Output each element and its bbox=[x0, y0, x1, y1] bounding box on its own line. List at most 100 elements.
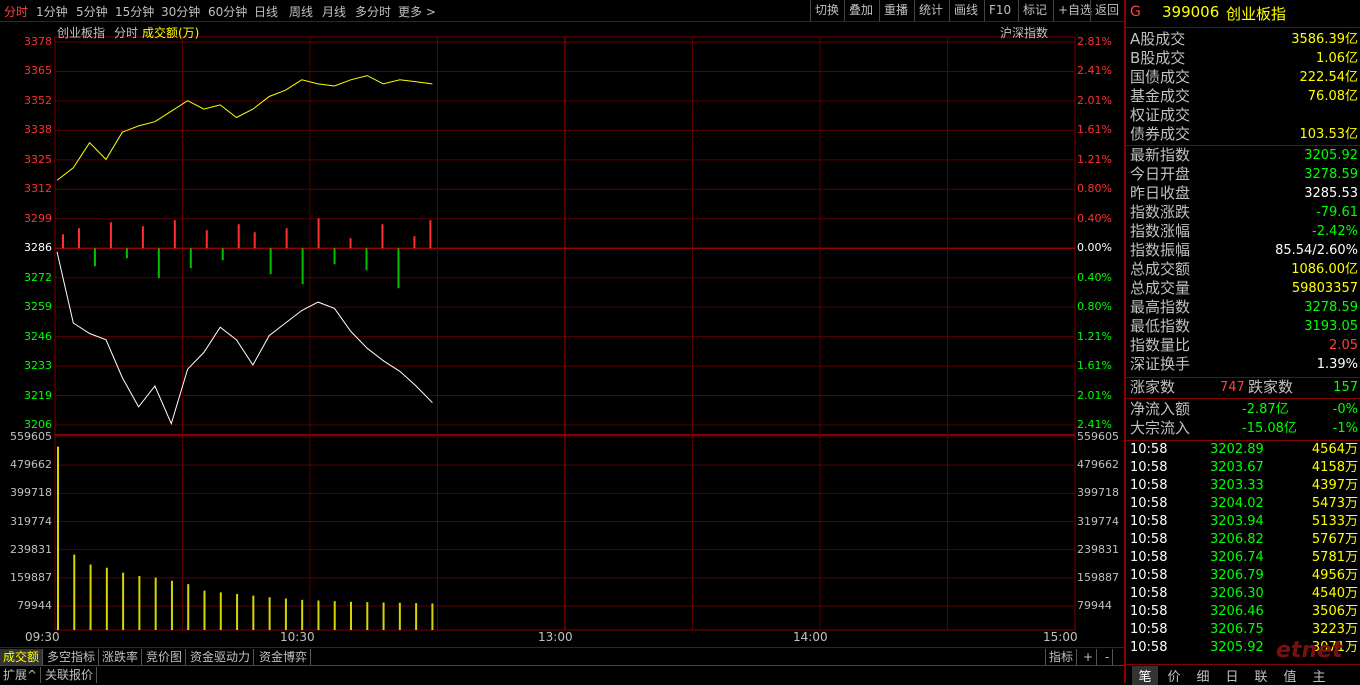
tick-price: 3205.92 bbox=[1210, 640, 1264, 655]
stat-label: 基金成交 bbox=[1130, 87, 1191, 105]
percent-axis-label: 0.80% bbox=[1077, 182, 1112, 196]
panel-tab[interactable]: 日 bbox=[1219, 666, 1245, 685]
tick-price: 3204.02 bbox=[1210, 496, 1264, 511]
stat-value: -79.61 bbox=[1316, 205, 1358, 220]
percent-axis-label: 2.01% bbox=[1077, 388, 1112, 402]
tick-price: 3206.74 bbox=[1210, 550, 1264, 565]
back-button[interactable]: 返回 bbox=[1090, 0, 1123, 21]
stat-value: 222.54亿 bbox=[1299, 70, 1359, 85]
tab-period-multi-intraday[interactable]: 多分时 bbox=[355, 3, 391, 20]
flow-label: 净流入额 bbox=[1130, 400, 1191, 418]
panel-tab[interactable]: 主 bbox=[1306, 666, 1332, 685]
market-stat-row: A股成交 3586.39亿 bbox=[1130, 30, 1358, 49]
tab-period-intraday[interactable]: 分时 bbox=[4, 3, 28, 20]
tab-period-15min[interactable]: 15分钟 bbox=[115, 3, 154, 20]
price-axis-label: 3338 bbox=[24, 123, 52, 137]
panel-tab[interactable]: 笔 bbox=[1132, 666, 1158, 685]
percent-axis-label: 0.40% bbox=[1077, 270, 1112, 284]
tab-fund-game[interactable]: 资金博弈 bbox=[256, 649, 312, 665]
volume-axis-label: 559605 bbox=[10, 430, 52, 443]
volume-axis-label-right: 319774 bbox=[1077, 514, 1119, 528]
index-stat-row: 最新指数 3205.92 bbox=[1130, 146, 1358, 165]
index-name: 创业板指 bbox=[1226, 5, 1287, 23]
tab-turnover[interactable]: 成交额 bbox=[0, 649, 44, 665]
tick-price: 3206.46 bbox=[1210, 604, 1264, 619]
percent-axis-label: 0.40% bbox=[1077, 211, 1112, 225]
statistics-button[interactable]: 统计 bbox=[914, 0, 947, 21]
price-axis-label: 3378 bbox=[24, 35, 52, 48]
stat-value: 76.08亿 bbox=[1307, 89, 1358, 104]
tick-row: 10:58 3203.67 4158万 bbox=[1130, 459, 1358, 477]
flow-row: 大宗流入 -15.08亿 -1% bbox=[1130, 419, 1358, 438]
period-toolbar: 分时 1分钟 5分钟 15分钟 30分钟 60分钟 日线 周线 月线 多分时 更… bbox=[0, 0, 1124, 22]
index-stat-row: 总成交额 1086.00亿 bbox=[1130, 260, 1358, 279]
replay-button[interactable]: 重播 bbox=[879, 0, 912, 21]
tab-period-60min[interactable]: 60分钟 bbox=[208, 3, 247, 20]
more-periods-button[interactable]: 更多 > bbox=[398, 3, 436, 20]
tab-period-daily[interactable]: 日线 bbox=[254, 3, 278, 20]
panel-tab[interactable]: 细 bbox=[1190, 666, 1216, 685]
stat-value: 103.53亿 bbox=[1299, 127, 1359, 142]
related-quotes-button[interactable]: 关联报价 bbox=[42, 667, 98, 683]
tick-time: 10:58 bbox=[1130, 586, 1168, 601]
tab-period-weekly[interactable]: 周线 bbox=[289, 3, 313, 20]
updown-row: 涨家数 747 跌家数 157 bbox=[1130, 378, 1358, 397]
percent-axis-label: 1.21% bbox=[1077, 152, 1112, 166]
f10-button[interactable]: F10 bbox=[984, 0, 1015, 21]
tick-row: 10:58 3206.82 5767万 bbox=[1130, 531, 1358, 549]
tick-row: 10:58 3206.30 4540万 bbox=[1130, 585, 1358, 603]
tick-time: 10:58 bbox=[1130, 622, 1168, 637]
tick-time: 10:58 bbox=[1130, 478, 1168, 493]
chart-title-volume: 成交额(万) bbox=[142, 26, 200, 40]
tick-price: 3203.33 bbox=[1210, 478, 1264, 493]
stat-value: 1086.00亿 bbox=[1291, 262, 1358, 277]
index-prefix: G bbox=[1130, 4, 1141, 20]
percent-axis-label: 0.00% bbox=[1077, 241, 1112, 255]
tab-period-monthly[interactable]: 月线 bbox=[322, 3, 346, 20]
down-count-label: 跌家数 bbox=[1248, 378, 1294, 396]
tick-price: 3206.82 bbox=[1210, 532, 1264, 547]
indicator-button[interactable]: 指标 bbox=[1045, 649, 1078, 665]
up-count: 747 bbox=[1220, 380, 1245, 395]
stat-label: 指数振幅 bbox=[1130, 241, 1191, 259]
tick-time: 10:58 bbox=[1130, 460, 1168, 475]
flow-label: 大宗流入 bbox=[1130, 419, 1191, 437]
tab-period-30min[interactable]: 30分钟 bbox=[161, 3, 200, 20]
tab-auction[interactable]: 竞价图 bbox=[143, 649, 187, 665]
stat-value: 3285.53 bbox=[1304, 186, 1358, 201]
intraday-chart[interactable]: 创业板指 分时 成交额(万) 沪深指数 3378 3365 3352 3338 3325… bbox=[0, 22, 1124, 646]
tick-row: 10:58 3204.02 5473万 bbox=[1130, 495, 1358, 513]
panel-tab[interactable]: 联 bbox=[1248, 666, 1274, 685]
stat-value: 3278.59 bbox=[1304, 167, 1358, 182]
stat-value: -2.42% bbox=[1312, 224, 1358, 239]
tick-time: 10:58 bbox=[1130, 550, 1168, 565]
stat-label: 总成交额 bbox=[1130, 260, 1191, 278]
draw-line-button[interactable]: 画线 bbox=[949, 0, 982, 21]
flow-pct: -1% bbox=[1332, 421, 1358, 436]
mark-button[interactable]: 标记 bbox=[1018, 0, 1051, 21]
tab-fund-drive[interactable]: 资金驱动力 bbox=[187, 649, 255, 665]
tab-long-short[interactable]: 多空指标 bbox=[44, 649, 100, 665]
zoom-out-button[interactable]: - bbox=[1102, 649, 1114, 665]
price-axis-label: 3272 bbox=[24, 270, 52, 284]
panel-tab[interactable]: 值 bbox=[1277, 666, 1303, 685]
volume-axis-label: 319774 bbox=[10, 514, 52, 528]
tab-period-1min[interactable]: 1分钟 bbox=[36, 3, 68, 20]
switch-button[interactable]: 切换 bbox=[810, 0, 843, 21]
overlay-button[interactable]: 叠加 bbox=[844, 0, 877, 21]
time-axis-label: 15:00 bbox=[1043, 630, 1078, 644]
time-axis-label: 10:30 bbox=[280, 630, 315, 644]
panel-tab[interactable]: 价 bbox=[1161, 666, 1187, 685]
panel-tabs: 笔价细日联值主 bbox=[1124, 664, 1360, 685]
expand-button[interactable]: 扩展^ bbox=[0, 667, 42, 683]
stat-label: 指数量比 bbox=[1130, 336, 1191, 354]
stat-label: 指数涨幅 bbox=[1130, 222, 1191, 240]
market-stat-row: 国债成交 222.54亿 bbox=[1130, 68, 1358, 87]
zoom-in-button[interactable]: + bbox=[1080, 649, 1098, 665]
stat-label: 今日开盘 bbox=[1130, 165, 1191, 183]
tab-period-5min[interactable]: 5分钟 bbox=[76, 3, 108, 20]
tick-time: 10:58 bbox=[1130, 442, 1168, 457]
volume-axis-label-right: 79944 bbox=[1077, 599, 1112, 612]
tab-advance-decline[interactable]: 涨跌率 bbox=[99, 649, 143, 665]
stat-value: 3193.05 bbox=[1304, 319, 1358, 334]
